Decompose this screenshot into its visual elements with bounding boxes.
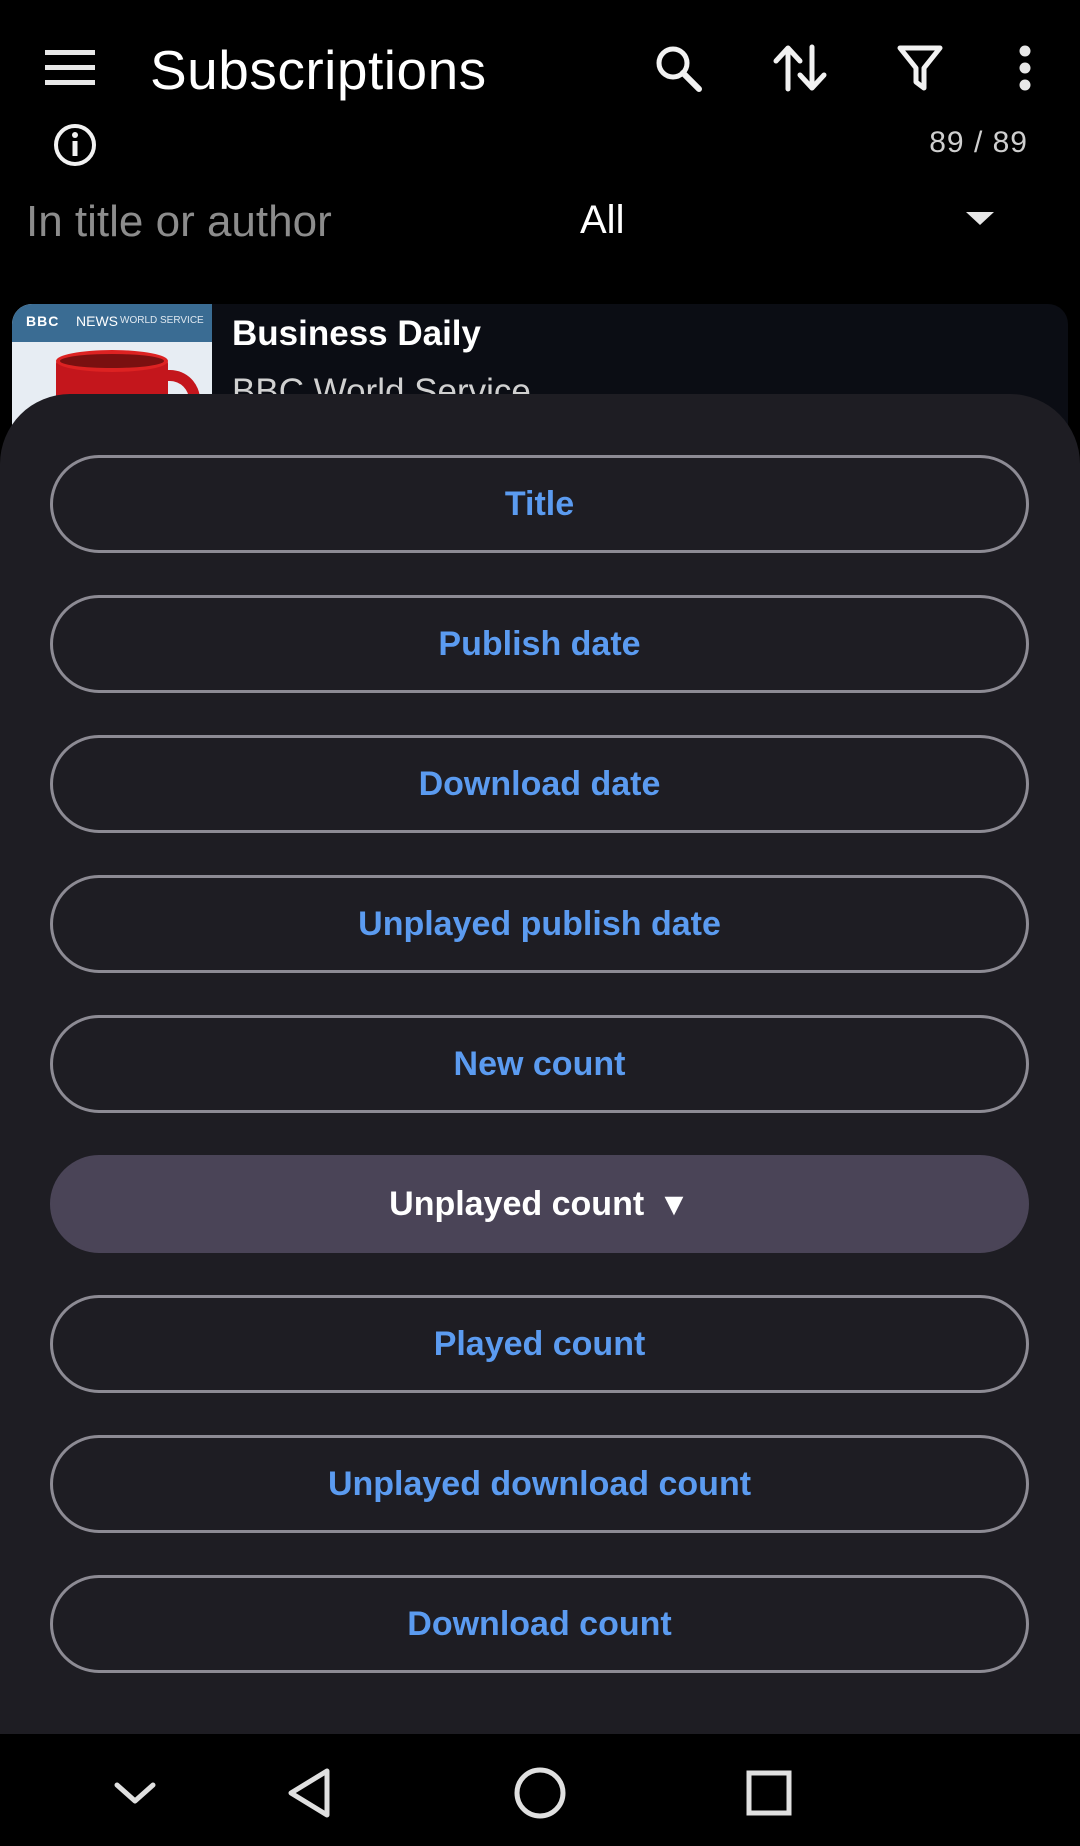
back-icon[interactable] — [264, 1748, 354, 1838]
sort-option-unplayed-count[interactable]: Unplayed count ▼ — [50, 1155, 1029, 1253]
sort-option-title[interactable]: Title — [50, 455, 1029, 553]
chevron-down-icon — [966, 212, 994, 225]
screen: Subscriptions 89 / 89 All BBC NEWS WORLD… — [0, 0, 1080, 1846]
sort-direction-icon: ▼ — [658, 1185, 690, 1222]
artwork-tag: WORLD SERVICE — [120, 315, 204, 326]
sort-option-download-count[interactable]: Download count — [50, 1575, 1029, 1673]
home-icon[interactable] — [495, 1748, 585, 1838]
sort-option-played-count[interactable]: Played count — [50, 1295, 1029, 1393]
search-input[interactable] — [26, 192, 526, 252]
sort-option-unplayed-download-count[interactable]: Unplayed download count — [50, 1435, 1029, 1533]
search-icon[interactable] — [638, 28, 718, 108]
sort-option-unplayed-publish-date[interactable]: Unplayed publish date — [50, 875, 1029, 973]
system-nav-bar — [0, 1734, 1080, 1846]
artwork-brand: BBC — [26, 313, 60, 329]
sort-option-publish-date[interactable]: Publish date — [50, 595, 1029, 693]
page-title: Subscriptions — [150, 39, 487, 101]
recents-icon[interactable] — [724, 1748, 814, 1838]
subscription-count: 89 / 89 — [929, 126, 1028, 159]
menu-icon[interactable] — [30, 28, 110, 108]
more-vert-icon[interactable] — [985, 28, 1065, 108]
podcast-title: Business Daily — [232, 314, 481, 353]
category-value: All — [580, 198, 625, 242]
app-bar: Subscriptions — [0, 0, 1080, 140]
category-dropdown[interactable]: All — [580, 190, 1020, 256]
sort-option-download-date[interactable]: Download date — [50, 735, 1029, 833]
hide-keyboard-icon[interactable] — [90, 1748, 180, 1838]
sort-bottom-sheet: Title Publish date Download date Unplaye… — [0, 394, 1080, 1734]
sort-icon[interactable] — [760, 28, 840, 108]
info-icon[interactable] — [40, 110, 110, 180]
sort-option-new-count[interactable]: New count — [50, 1015, 1029, 1113]
filter-icon[interactable] — [880, 28, 960, 108]
artwork-sub: NEWS — [76, 313, 118, 329]
